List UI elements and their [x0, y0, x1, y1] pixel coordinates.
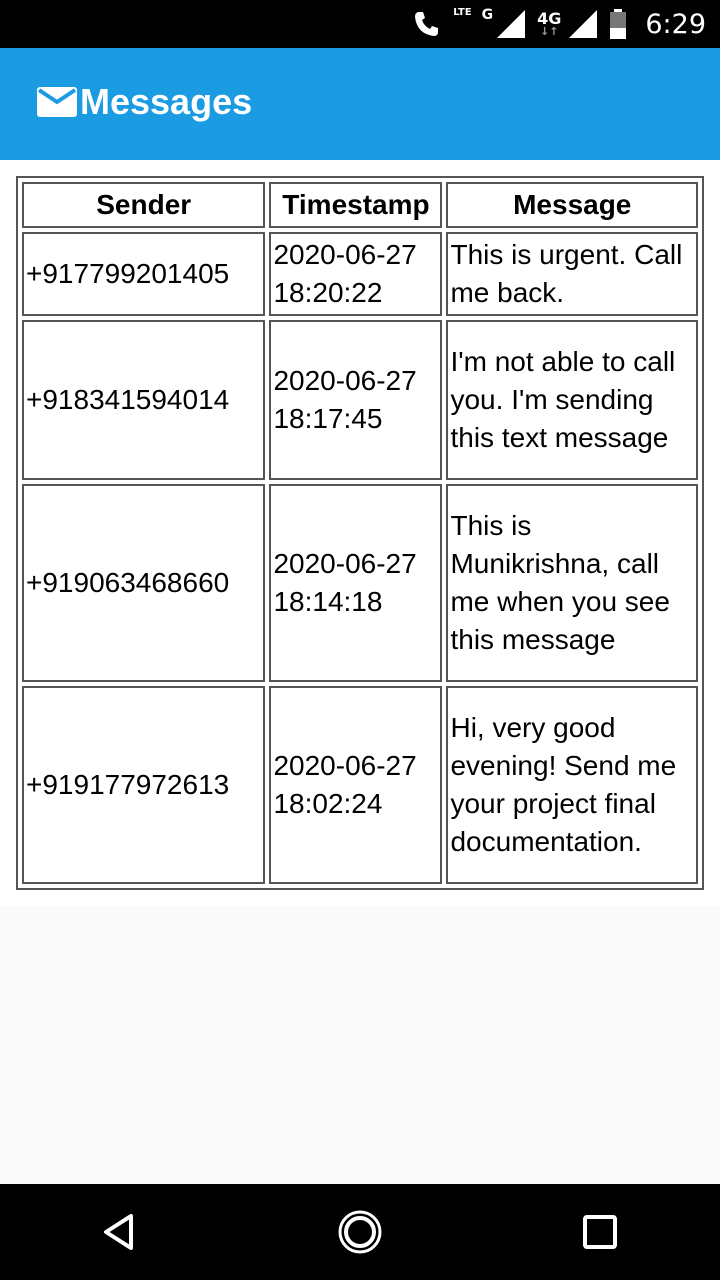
home-icon	[338, 1210, 382, 1254]
header-message: Message	[446, 182, 698, 228]
g-label: G	[481, 7, 494, 23]
fourg-label: 4G	[537, 8, 562, 28]
signal-icon	[497, 10, 526, 38]
cell-message: I'm not able to call you. I'm sending th…	[446, 320, 698, 480]
back-icon	[104, 1214, 133, 1250]
clock: 6:29	[645, 8, 706, 40]
phone-icon	[415, 12, 439, 36]
recents-button[interactable]	[570, 1202, 630, 1262]
timestamp-time: 18:17:45	[273, 403, 383, 434]
mail-icon	[37, 87, 77, 117]
data-arrows: ↓↑	[540, 24, 559, 38]
header-timestamp: Timestamp	[269, 182, 443, 228]
table-row: +919177972613 2020-06-27 18:02:24 Hi, ver…	[22, 686, 698, 884]
timestamp-date: 2020-06-27	[273, 365, 417, 396]
timestamp-time: 18:14:18	[273, 586, 383, 617]
timestamp-time: 18:02:24	[273, 788, 383, 819]
cell-sender: +919177972613	[22, 686, 266, 884]
cell-sender: +918341594014	[22, 320, 266, 480]
cell-timestamp: 2020-06-27 18:02:24	[269, 686, 443, 884]
status-bar: LTE G 4G ↓↑ 6:29	[0, 0, 720, 48]
timestamp-date: 2020-06-27	[273, 239, 417, 270]
table-row: +918341594014 2020-06-27 18:17:45 I'm not…	[22, 320, 698, 480]
timestamp-date: 2020-06-27	[273, 750, 417, 781]
recents-icon	[583, 1215, 617, 1249]
app-bar: Messages	[0, 48, 720, 160]
table-header-row: Sender Timestamp Message	[22, 182, 698, 228]
table-row: +919063468660 2020-06-27 18:14:18 This is…	[22, 484, 698, 682]
network-4g: 4G ↓↑	[537, 8, 562, 38]
cell-message: Hi, very good evening! Send me your proj…	[446, 686, 698, 884]
header-sender: Sender	[22, 182, 266, 228]
cell-message: This is urgent. Call me back.	[446, 232, 698, 316]
cell-message: This is Munikrishna, call me when you se…	[446, 484, 698, 682]
navigation-bar	[0, 1184, 720, 1280]
signal-icon	[569, 10, 598, 38]
timestamp-time: 18:20:22	[273, 277, 383, 308]
timestamp-date: 2020-06-27	[273, 548, 417, 579]
cell-sender: +917799201405	[22, 232, 266, 316]
cell-timestamp: 2020-06-27 18:20:22	[269, 232, 443, 316]
messages-table: Sender Timestamp Message +917799201405 2…	[16, 176, 704, 890]
battery-icon	[610, 9, 627, 39]
messages-content: Sender Timestamp Message +917799201405 2…	[0, 160, 720, 906]
back-button[interactable]	[90, 1202, 150, 1262]
lte-label: LTE	[453, 6, 472, 18]
cell-timestamp: 2020-06-27 18:17:45	[269, 320, 443, 480]
home-button[interactable]	[330, 1202, 390, 1262]
cell-sender: +919063468660	[22, 484, 266, 682]
page-title: Messages	[80, 81, 253, 122]
cell-timestamp: 2020-06-27 18:14:18	[269, 484, 443, 682]
table-row: +917799201405 2020-06-27 18:20:22 This is…	[22, 232, 698, 316]
